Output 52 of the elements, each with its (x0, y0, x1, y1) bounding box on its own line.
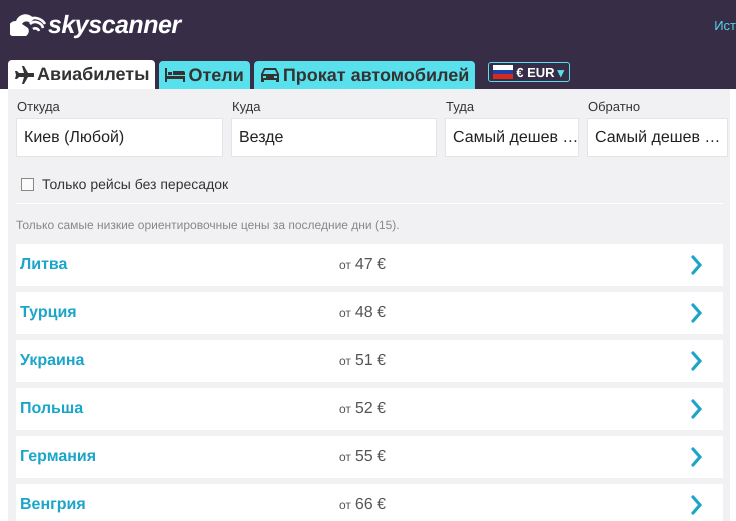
field-label: Туда (445, 99, 476, 115)
result-row[interactable]: Украина от 51 € (16, 340, 723, 382)
result-row[interactable]: Турция от 48 € (16, 292, 723, 334)
country-name: Германия (20, 448, 98, 466)
price: 52 € (354, 400, 386, 418)
input-field[interactable]: Везде (231, 118, 437, 157)
chevron-right-icon (691, 495, 702, 515)
checkbox-label[interactable]: Только рейсы без пересадок (42, 176, 228, 192)
car-icon (260, 66, 280, 84)
chevron-right-icon (691, 303, 702, 323)
result-row[interactable]: Литва от 47 € (16, 244, 723, 286)
bed-icon (165, 67, 186, 83)
price: 66 € (354, 496, 386, 514)
chevron-right-icon (691, 351, 702, 371)
plane-icon (14, 66, 34, 84)
country-name: Литва (20, 256, 68, 274)
flag-icon (493, 65, 514, 79)
price: 47 € (354, 256, 386, 274)
tab[interactable]: Отели (159, 61, 250, 89)
currency-selector[interactable]: € EUR ▾ (488, 62, 570, 82)
logo-text: skyscanner (48, 10, 181, 40)
country-name: Польша (20, 400, 84, 418)
field-label: Куда (231, 99, 262, 115)
price-prefix: от (339, 450, 351, 464)
chevron-right-icon (691, 255, 702, 275)
result-row[interactable]: Польша от 52 € (16, 388, 723, 430)
chevron-right-icon (691, 399, 702, 419)
price-prefix: от (339, 498, 351, 512)
chevron-right-icon (691, 447, 702, 467)
price-prefix: от (339, 354, 351, 368)
tab[interactable]: Прокат автомобилей (254, 61, 476, 89)
input-field[interactable]: Киев (Любой) (16, 118, 223, 157)
price-prefix: от (339, 402, 351, 416)
field-label: Обратно (587, 99, 642, 115)
country-name: Венгрия (20, 496, 87, 514)
input-field[interactable]: Самый дешев … (587, 118, 728, 157)
field-label: Откуда (16, 99, 61, 115)
price: 55 € (354, 448, 386, 466)
country-name: Турция (20, 304, 78, 322)
tab[interactable]: Авиабилеты (8, 60, 156, 89)
price-prefix: от (339, 258, 351, 272)
checkbox[interactable] (21, 178, 34, 190)
price: 48 € (354, 304, 386, 322)
price: 51 € (354, 352, 386, 370)
price-prefix: от (339, 306, 351, 320)
input-field[interactable]: Самый дешев … (445, 118, 579, 157)
country-name: Украина (20, 352, 86, 370)
result-row[interactable]: Германия от 55 € (16, 436, 723, 478)
price-note: Только самые низкие ориентировочные цены за последние дни (15). (16, 218, 401, 232)
logo-icon (10, 12, 46, 38)
header-link[interactable]: Ист (714, 18, 736, 32)
result-row[interactable]: Венгрия от 66 € (16, 484, 723, 521)
